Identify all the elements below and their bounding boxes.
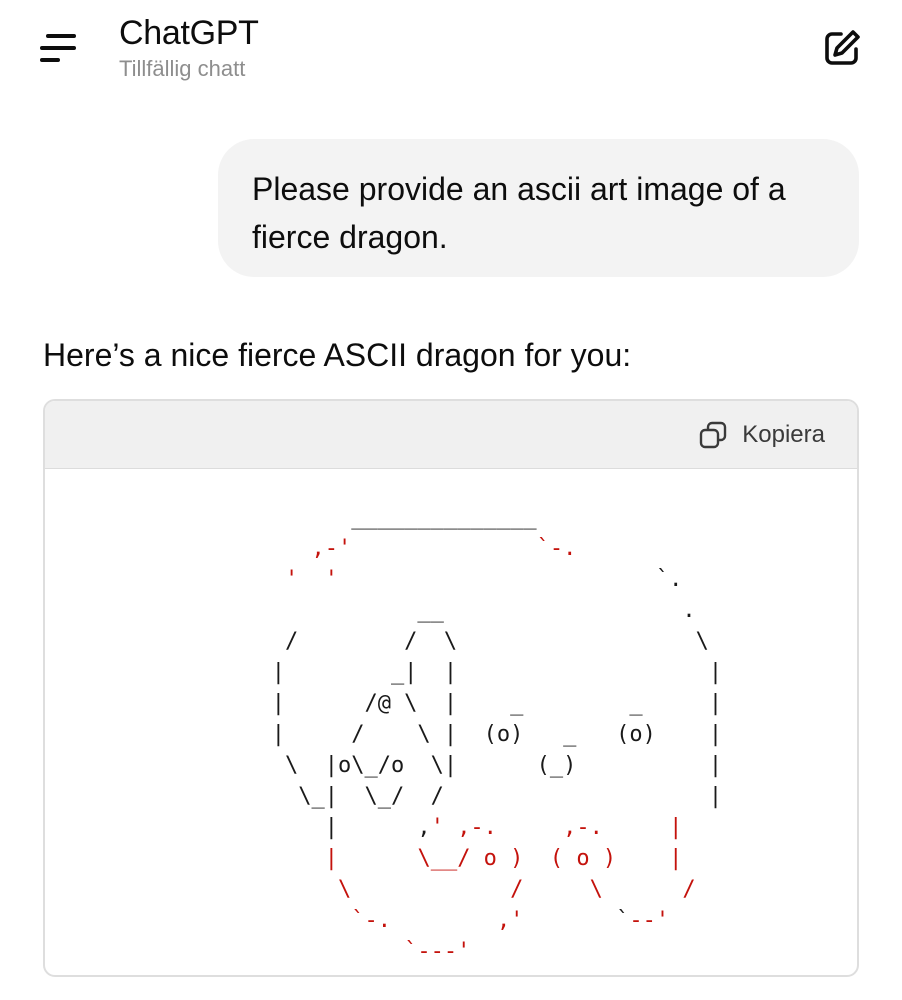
copy-button[interactable]: Kopiera [698, 418, 825, 452]
ascii-segment-red: | [669, 846, 683, 871]
edit-icon [825, 30, 860, 65]
ascii-segment-red: --' [629, 908, 670, 933]
ascii-line: __ . [232, 595, 722, 626]
ascii-segment [497, 815, 563, 840]
ascii-segment-red: ,' [496, 908, 524, 933]
user-message-text: Please provide an ascii art image of a f… [252, 171, 786, 255]
ascii-segment [616, 846, 669, 871]
ascii-segment-red: ' [324, 567, 338, 592]
ascii-segment-red: \__/ o ) [417, 846, 524, 871]
ascii-segment [338, 846, 417, 871]
ascii-segment [232, 567, 285, 592]
ascii-segment [351, 536, 536, 561]
ascii-segment [523, 846, 550, 871]
ascii-segment-red: \ [589, 877, 603, 902]
ascii-segment [232, 877, 338, 902]
ascii-segment [298, 567, 325, 592]
ascii-line: ' ' `. [232, 564, 722, 595]
ascii-segment-red: ,-' [311, 536, 352, 561]
ascii-segment [232, 908, 351, 933]
ascii-segment [603, 815, 669, 840]
ascii-segment [232, 536, 311, 561]
user-message-bubble: Please provide an ascii art image of a f… [218, 139, 859, 277]
ascii-segment: | /@ \ | _ _ | [232, 691, 723, 716]
ascii-segment: \ |o\_/o \| (_) | [232, 753, 723, 778]
ascii-segment-red: | [324, 846, 338, 871]
ascii-segment-red: ( o ) [549, 846, 617, 871]
code-block-header: Kopiera [45, 401, 857, 469]
new-chat-button[interactable] [820, 26, 864, 70]
ascii-segment-red: \ [337, 877, 352, 902]
ascii-art: ______________ ,-' `-. ' ' `. __ . / / \… [232, 502, 722, 967]
ascii-segment-red: ,-. [563, 815, 603, 840]
ascii-line: | _| | | [232, 657, 722, 688]
ascii-segment [391, 908, 497, 933]
ascii-segment: `. [337, 567, 683, 592]
ascii-segment: __ . [232, 598, 696, 623]
ascii-segment [523, 877, 589, 902]
assistant-message-text: Here’s a nice fierce ASCII dragon for yo… [43, 337, 632, 373]
ascii-segment: ` [523, 908, 630, 933]
ascii-line: `---' [232, 936, 722, 967]
ascii-segment [351, 877, 510, 902]
ascii-segment-red: `---' [404, 939, 471, 964]
ascii-line: | /@ \ | _ _ | [232, 688, 722, 719]
ascii-line: `-. ,' `--' [232, 905, 722, 936]
ascii-segment: \_| \_/ / | [232, 784, 723, 809]
ascii-line: ______________ [232, 502, 722, 533]
menu-icon[interactable] [38, 30, 80, 64]
ascii-segment-red: / [682, 877, 696, 902]
ascii-segment-red: ,-. [457, 815, 497, 840]
ascii-segment: | / \ | (o) _ (o) | [232, 722, 723, 747]
ascii-line: ,-' `-. [232, 533, 722, 564]
ascii-line: | ,' ,-. ,-. | [232, 812, 722, 843]
ascii-segment-red: `-. [536, 536, 577, 561]
ascii-segment-red: / [510, 877, 524, 902]
ascii-line: \ |o\_/o \| (_) | [232, 750, 722, 781]
ascii-line: | / \ | (o) _ (o) | [232, 719, 722, 750]
ascii-segment: / / \ \ [232, 629, 709, 654]
app-title: ChatGPT [119, 14, 259, 52]
ascii-segment [232, 846, 325, 871]
copy-label: Kopiera [742, 421, 825, 448]
ascii-segment: | , [232, 815, 431, 840]
ascii-line: / / \ \ [232, 626, 722, 657]
chat-mode-label: Tillfällig chatt [119, 56, 246, 81]
ascii-line: | \__/ o ) ( o ) | [232, 843, 722, 874]
copy-icon [700, 421, 727, 449]
ascii-segment-red: `-. [351, 908, 391, 933]
ascii-segment-red: ' [284, 567, 299, 592]
ascii-line: \_| \_/ / | [232, 781, 722, 812]
top-bar: ChatGPT Tillfällig chatt [0, 0, 902, 100]
ascii-segment [444, 815, 457, 840]
ascii-segment: ______________ [232, 505, 537, 530]
ascii-segment: | _| | | [232, 660, 723, 685]
ascii-segment [603, 877, 682, 902]
ascii-line: \ / \ / [232, 874, 722, 905]
ascii-segment-red: ' [430, 815, 444, 840]
ascii-segment-red: | [669, 815, 683, 840]
ascii-segment [232, 939, 404, 964]
code-block: Kopiera ______________ ,-' `-. ' ' `. __… [43, 399, 859, 977]
